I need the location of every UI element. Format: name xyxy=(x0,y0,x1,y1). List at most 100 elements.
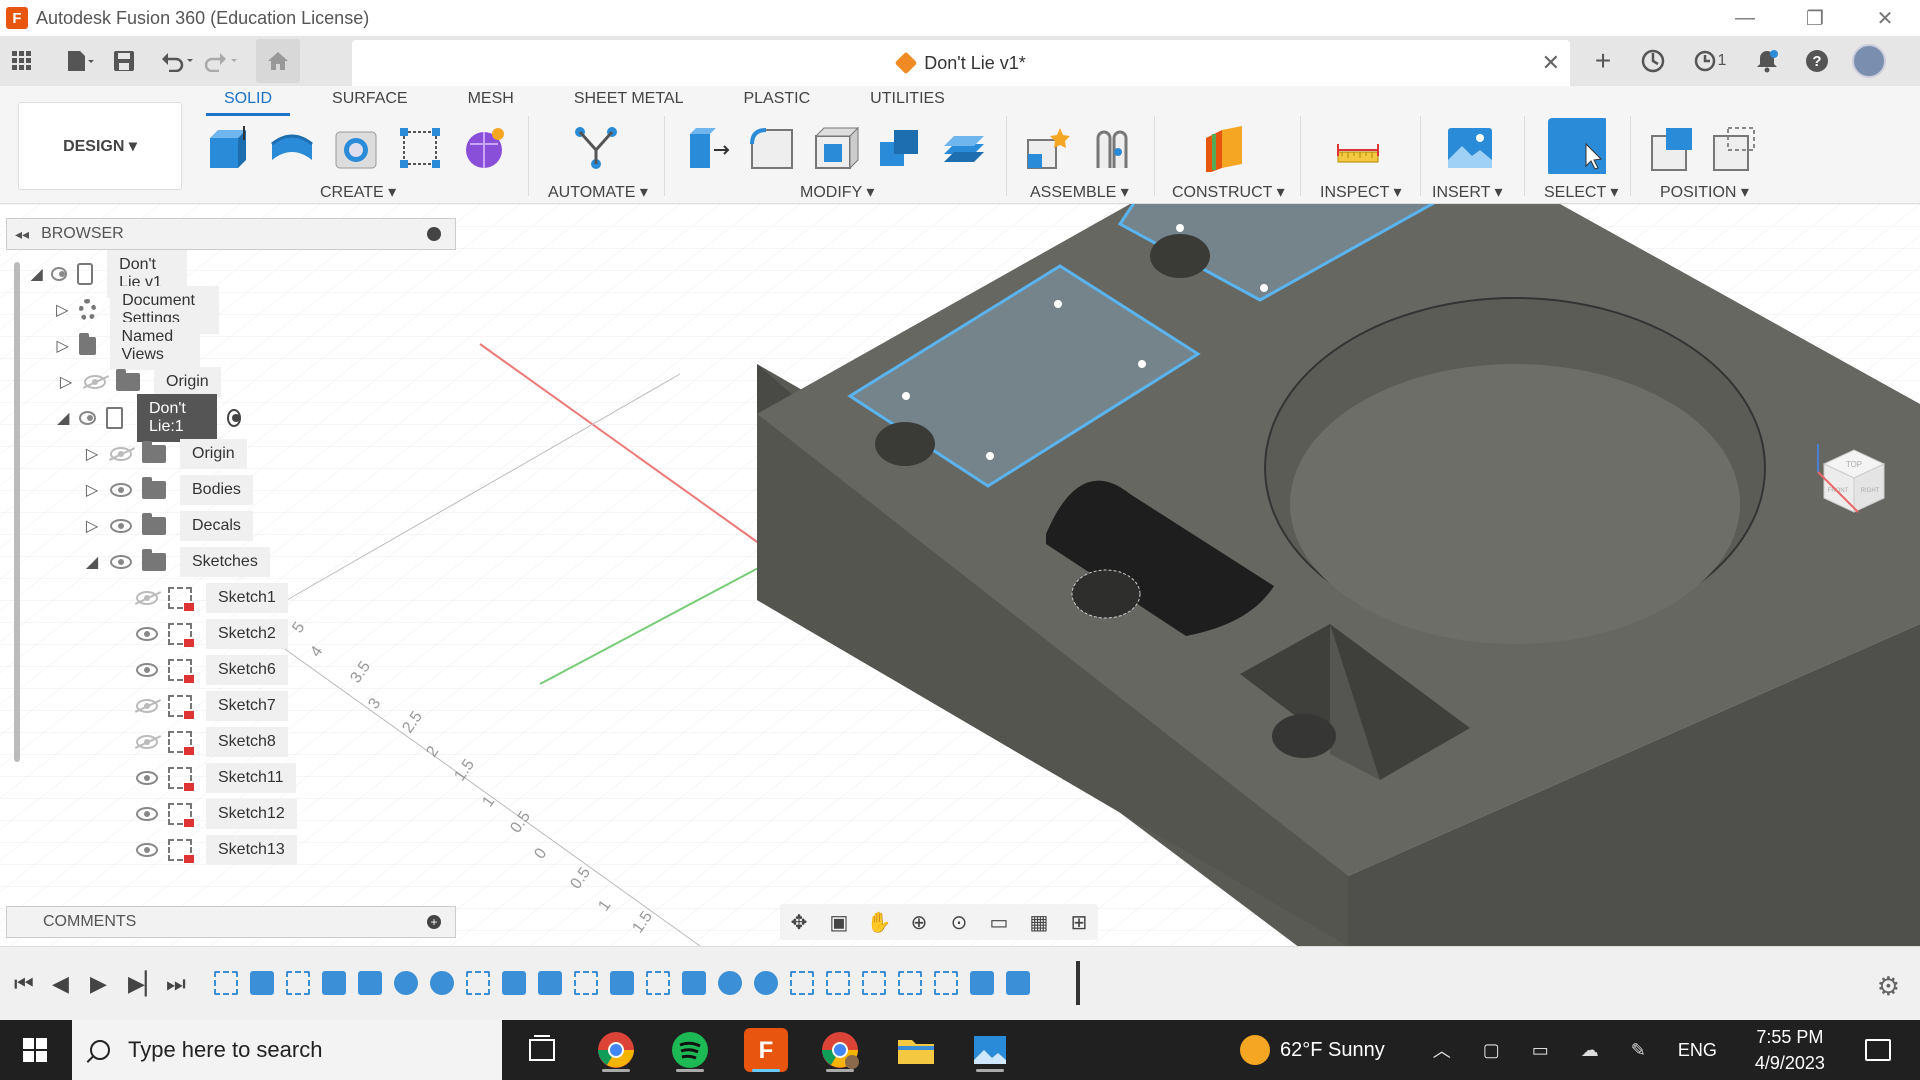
task-view-icon[interactable] xyxy=(520,1028,564,1072)
timeline-hole-icon[interactable] xyxy=(430,971,454,995)
tab-mesh[interactable]: MESH xyxy=(468,86,514,112)
file-explorer-icon[interactable] xyxy=(894,1028,938,1072)
eye-hidden-icon[interactable] xyxy=(84,375,106,389)
combine-icon[interactable] xyxy=(876,124,924,172)
select-icon[interactable] xyxy=(1548,118,1608,176)
extensions-icon[interactable] xyxy=(1630,39,1676,83)
tree-row-sketches[interactable]: ◢ Sketches xyxy=(82,545,270,579)
document-tab[interactable]: Don't Lie v1* ✕ xyxy=(352,40,1570,86)
display-settings-icon[interactable]: ▭ xyxy=(986,909,1012,935)
tab-sheet-metal[interactable]: SHEET METAL xyxy=(574,86,684,112)
construction-plane-icon[interactable] xyxy=(1200,124,1248,172)
expand-triangle-icon[interactable]: ▷ xyxy=(56,336,69,356)
timeline-hole-icon[interactable] xyxy=(394,971,418,995)
tree-row-sketch2[interactable]: Sketch2 xyxy=(128,617,288,651)
taskbar-clock[interactable]: 7:55 PM 4/9/2023 xyxy=(1755,1024,1825,1076)
inspect-menu[interactable]: INSPECT ▾ xyxy=(1320,182,1402,202)
timeline-extrude-icon[interactable] xyxy=(610,971,634,995)
zoom-window-icon[interactable]: ⊙ xyxy=(946,909,972,935)
shell-icon[interactable] xyxy=(812,124,860,172)
create-form-icon[interactable] xyxy=(460,124,508,172)
weather-sun-icon[interactable] xyxy=(1240,1035,1270,1065)
add-comment-icon[interactable]: + xyxy=(427,915,441,929)
zoom-icon[interactable]: ⊕ xyxy=(906,909,932,935)
taskbar-search[interactable]: Type here to search xyxy=(72,1020,502,1080)
browser-minimize-icon[interactable] xyxy=(427,227,441,241)
eye-icon[interactable] xyxy=(136,771,158,785)
collapse-panel-icon[interactable]: ◂◂ xyxy=(15,226,29,243)
chrome-profile-icon[interactable] xyxy=(818,1028,862,1072)
look-at-icon[interactable]: ▣ xyxy=(826,909,852,935)
timeline-sketch-icon[interactable] xyxy=(466,971,490,995)
eye-icon[interactable] xyxy=(110,555,132,569)
automate-icon[interactable] xyxy=(572,124,620,172)
app-grid-icon[interactable] xyxy=(0,39,44,83)
tab-plastic[interactable]: PLASTIC xyxy=(743,86,810,112)
timeline-play-icon[interactable]: ▶ xyxy=(90,971,107,997)
assemble-menu[interactable]: ASSEMBLE ▾ xyxy=(1030,182,1129,202)
restore-button[interactable]: ❐ xyxy=(1780,0,1850,36)
spotify-icon[interactable] xyxy=(668,1028,712,1072)
eye-icon[interactable] xyxy=(78,411,96,425)
collapse-triangle-icon[interactable]: ◢ xyxy=(30,264,43,284)
timeline-hole-icon[interactable] xyxy=(754,971,778,995)
modify-menu[interactable]: MODIFY ▾ xyxy=(800,182,874,202)
timeline-prev-icon[interactable]: ◀ xyxy=(52,971,69,997)
activate-component-icon[interactable] xyxy=(226,409,241,427)
timeline-extrude-icon[interactable] xyxy=(250,971,274,995)
automate-menu[interactable]: AUTOMATE ▾ xyxy=(548,182,648,202)
tree-row-sketch12[interactable]: Sketch12 xyxy=(128,797,297,831)
eye-icon[interactable] xyxy=(136,843,158,857)
meet-now-icon[interactable]: ▢ xyxy=(1483,1040,1500,1061)
timeline-extrude-icon[interactable] xyxy=(970,971,994,995)
timeline-extrude-icon[interactable] xyxy=(682,971,706,995)
tab-solid[interactable]: SOLID xyxy=(205,86,291,116)
new-tab-icon[interactable]: + xyxy=(1580,39,1626,83)
expand-triangle-icon[interactable]: ▷ xyxy=(82,480,102,500)
eye-hidden-icon[interactable] xyxy=(136,591,158,605)
tree-row-decals[interactable]: ▷ Decals xyxy=(82,509,253,543)
timeline-sketch-icon[interactable] xyxy=(214,971,238,995)
expand-triangle-icon[interactable]: ▷ xyxy=(56,300,69,320)
viewcube[interactable]: TOP FRONT RIGHT xyxy=(1810,440,1890,520)
fillet-icon[interactable] xyxy=(748,124,796,172)
eye-icon[interactable] xyxy=(136,663,158,677)
tree-row-sketch1[interactable]: Sketch1 xyxy=(128,581,288,615)
collapse-triangle-icon[interactable]: ◢ xyxy=(82,552,102,572)
expand-triangle-icon[interactable]: ▷ xyxy=(56,372,76,392)
eye-icon[interactable] xyxy=(110,519,132,533)
timeline-sketch-icon[interactable] xyxy=(934,971,958,995)
joint-icon[interactable] xyxy=(1088,124,1136,172)
tree-row-sketch11[interactable]: Sketch11 xyxy=(128,761,296,795)
sketch-profile-2[interactable] xyxy=(1117,204,1450,302)
tree-row-sketch6[interactable]: Sketch6 xyxy=(128,653,288,687)
notifications-icon[interactable] xyxy=(1744,39,1790,83)
close-window-button[interactable]: ✕ xyxy=(1850,0,1920,36)
tree-row-named-views[interactable]: ▷ Named Views xyxy=(56,322,200,370)
offset-face-icon[interactable] xyxy=(940,124,988,172)
grid-settings-icon[interactable]: ▦ xyxy=(1026,909,1052,935)
weather-text[interactable]: 62°F Sunny xyxy=(1280,1039,1385,1062)
eye-hidden-icon[interactable] xyxy=(136,735,158,749)
select-menu[interactable]: SELECT ▾ xyxy=(1544,182,1618,202)
timeline-extrude-icon[interactable] xyxy=(502,971,526,995)
pan-hand-icon[interactable]: ✋ xyxy=(866,909,892,935)
sketch-profile-1[interactable] xyxy=(847,264,1201,488)
construct-menu[interactable]: CONSTRUCT ▾ xyxy=(1172,182,1285,202)
orbit-icon[interactable]: ✥ xyxy=(786,909,812,935)
position-menu[interactable]: POSITION ▾ xyxy=(1660,182,1749,202)
onedrive-warning-icon[interactable]: ☁ xyxy=(1581,1040,1599,1061)
revert-position-icon[interactable] xyxy=(1710,124,1758,172)
new-component-icon[interactable] xyxy=(1024,124,1072,172)
eye-icon[interactable] xyxy=(110,483,132,497)
home-icon[interactable] xyxy=(256,39,300,83)
eye-icon[interactable] xyxy=(136,627,158,641)
minimize-button[interactable]: — xyxy=(1710,0,1780,36)
help-icon[interactable]: ? xyxy=(1794,39,1840,83)
language-indicator[interactable]: ENG xyxy=(1678,1040,1717,1061)
expand-triangle-icon[interactable]: ▷ xyxy=(82,444,102,464)
timeline-combine-icon[interactable] xyxy=(1006,971,1030,995)
hole-icon[interactable] xyxy=(332,124,380,172)
timeline-extrude-icon[interactable] xyxy=(538,971,562,995)
timeline-first-icon[interactable]: ⏮ xyxy=(14,971,34,997)
